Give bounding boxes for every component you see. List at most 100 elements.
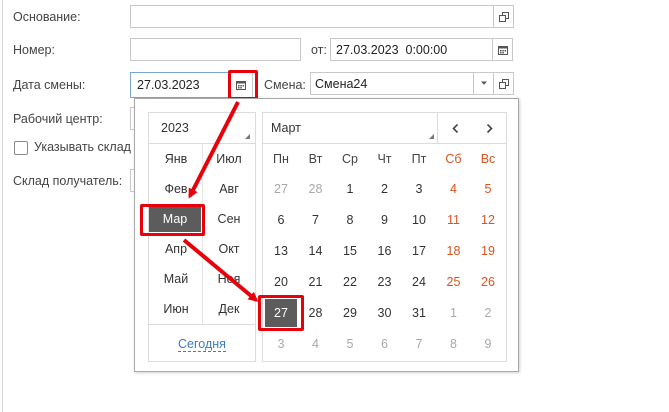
month-cell[interactable]: Сен (202, 204, 256, 234)
day-cell[interactable]: 11 (437, 205, 471, 235)
month-panel: 2023 Янв Июл Фев Авг Мар Сен Апр Окт Май Ноя Июн Де… (148, 112, 256, 362)
day-cell[interactable]: 28 (299, 174, 333, 204)
day-cell[interactable]: 9 (368, 205, 402, 235)
specify-warehouse-label: Указывать склад (34, 140, 131, 154)
day-cell[interactable]: 8 (333, 205, 367, 235)
prev-month-icon (451, 123, 458, 133)
month-cell[interactable]: Окт (202, 234, 256, 264)
number-input[interactable] (130, 38, 301, 61)
weekday-label: Пт (411, 152, 427, 166)
basis-input[interactable] (130, 5, 494, 28)
day-cell[interactable]: 2 (368, 174, 402, 204)
year-field[interactable]: 2023 (149, 113, 255, 144)
month-cell[interactable]: Фев (149, 174, 203, 204)
left-border (2, 0, 3, 412)
shift-dropdown-button[interactable] (473, 72, 494, 95)
weekday-label: Вт (308, 152, 323, 166)
open-icon (498, 11, 509, 22)
day-cell[interactable]: 22 (333, 267, 367, 297)
from-datetime-value: 27.03.2023 0:00:00 (336, 43, 448, 57)
shift-date-input[interactable]: 27.03.2023 (130, 72, 230, 98)
basis-label: Основание: (13, 10, 81, 24)
day-cell[interactable]: 1 (333, 174, 367, 204)
work-center-label: Рабочий центр: (13, 112, 103, 126)
weekday-label: Сб (445, 152, 462, 166)
shift-label: Смена: (264, 78, 306, 92)
month-cell[interactable]: Июл (202, 144, 256, 174)
month-cell[interactable]: Дек (202, 294, 256, 324)
today-divider (149, 324, 255, 325)
day-cell[interactable]: 7 (299, 205, 333, 235)
weekday-label: Ср (342, 152, 358, 166)
day-cell[interactable]: 3 (402, 174, 436, 204)
day-cell[interactable]: 21 (299, 267, 333, 297)
day-cell[interactable]: 24 (402, 267, 436, 297)
highlight-calendar-button (228, 70, 258, 100)
day-cell[interactable]: 10 (402, 205, 436, 235)
day-cell[interactable]: 14 (299, 236, 333, 266)
open-icon (498, 78, 509, 89)
next-month-button[interactable] (472, 113, 506, 144)
year-value: 2023 (161, 121, 189, 135)
corner-icon (429, 134, 434, 139)
month-cell[interactable]: Апр (149, 234, 203, 264)
month-cell[interactable]: Май (149, 264, 203, 294)
from-calendar-button[interactable] (492, 38, 513, 61)
shift-value: Смена24 (315, 77, 368, 91)
day-cell[interactable]: 8 (437, 329, 471, 359)
day-cell[interactable]: 6 (368, 329, 402, 359)
shift-select[interactable]: Смена24 (310, 72, 474, 95)
corner-icon (245, 134, 250, 139)
month-title-field[interactable]: Март (263, 113, 438, 144)
day-cell[interactable]: 2 (471, 298, 505, 328)
month-cell[interactable]: Авг (202, 174, 256, 204)
shift-date-label: Дата смены: (13, 78, 86, 92)
shift-open-button[interactable] (493, 72, 514, 95)
highlight-day-27 (258, 295, 304, 331)
from-datetime-input[interactable]: 27.03.2023 0:00:00 (330, 38, 493, 61)
specify-warehouse-checkbox[interactable] (14, 141, 28, 155)
day-cell[interactable]: 25 (437, 267, 471, 297)
prev-month-button[interactable] (438, 113, 472, 144)
day-cell[interactable]: 5 (333, 329, 367, 359)
weekday-label: Вс (480, 152, 496, 166)
day-cell[interactable]: 19 (471, 236, 505, 266)
day-cell[interactable]: 16 (368, 236, 402, 266)
month-cell[interactable]: Ноя (202, 264, 256, 294)
weekday-label: Пн (273, 152, 289, 166)
recipient-warehouse-label: Склад получатель: (13, 174, 123, 188)
day-cell[interactable]: 27 (264, 174, 298, 204)
day-cell[interactable]: 26 (471, 267, 505, 297)
next-month-icon (486, 123, 493, 133)
day-cell[interactable]: 7 (402, 329, 436, 359)
day-cell[interactable]: 31 (402, 298, 436, 328)
day-cell[interactable]: 5 (471, 174, 505, 204)
dropdown-icon (480, 81, 487, 85)
day-cell[interactable]: 9 (471, 329, 505, 359)
today-link[interactable]: Сегодня (178, 338, 226, 352)
day-cell[interactable]: 30 (368, 298, 402, 328)
day-cell[interactable]: 13 (264, 236, 298, 266)
day-cell[interactable]: 4 (437, 174, 471, 204)
calendar-icon (497, 45, 508, 55)
month-cell[interactable]: Янв (149, 144, 203, 174)
day-cell[interactable]: 6 (264, 205, 298, 235)
day-cell[interactable]: 4 (299, 329, 333, 359)
day-cell[interactable]: 12 (471, 205, 505, 235)
highlight-month-mar (140, 204, 205, 236)
basis-open-button[interactable] (493, 5, 514, 28)
day-cell[interactable]: 29 (333, 298, 367, 328)
day-cell[interactable]: 15 (333, 236, 367, 266)
month-title: Март (271, 121, 301, 135)
from-label: от: (311, 43, 327, 57)
day-cell[interactable]: 17 (402, 236, 436, 266)
day-cell[interactable]: 18 (437, 236, 471, 266)
day-cell[interactable]: 23 (368, 267, 402, 297)
day-cell[interactable]: 3 (264, 329, 298, 359)
day-cell[interactable]: 1 (437, 298, 471, 328)
month-cell[interactable]: Июн (149, 294, 203, 324)
day-cell[interactable]: 20 (264, 267, 298, 297)
weekday-label: Чт (377, 152, 392, 166)
shift-date-value: 27.03.2023 (137, 78, 200, 92)
number-label: Номер: (13, 43, 55, 57)
